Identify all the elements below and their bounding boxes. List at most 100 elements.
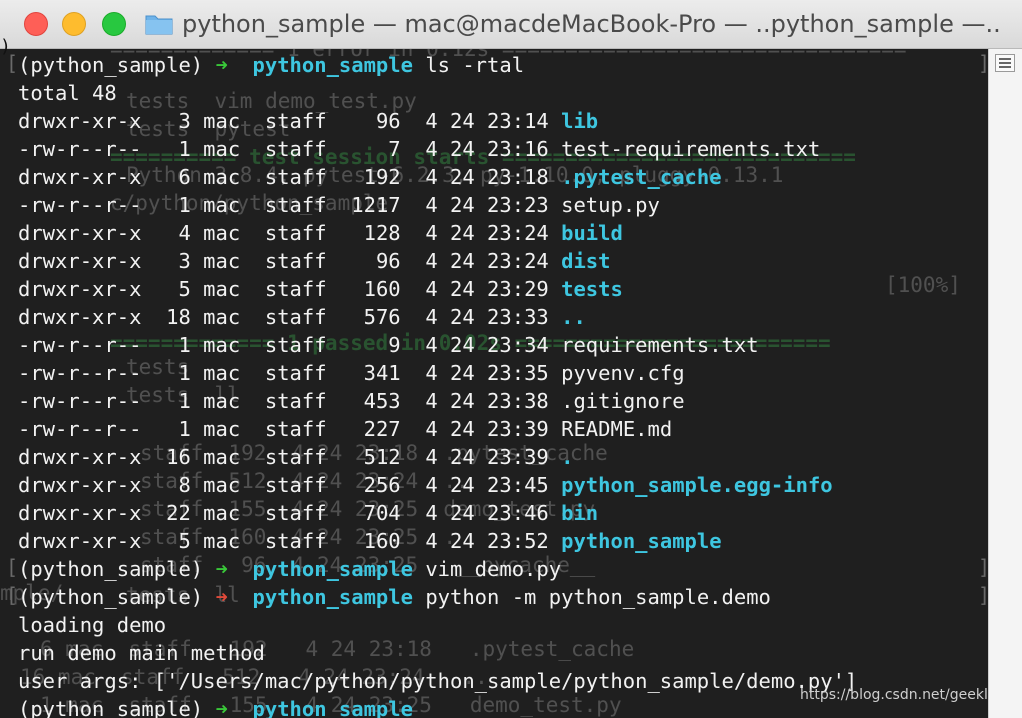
ls-name: requirements.txt: [561, 333, 759, 357]
ls-time: 23:35: [487, 361, 549, 385]
ls-group: staff: [264, 529, 327, 553]
ls-perm: -rw-r--r--: [18, 137, 142, 161]
ls-day: 24: [450, 277, 475, 301]
marks-menu-icon[interactable]: [995, 54, 1015, 72]
ls-name: setup.py: [561, 193, 660, 217]
ls-user: mac: [203, 109, 241, 133]
ls-time: 23:24: [487, 249, 549, 273]
ls-links: 1: [153, 333, 191, 357]
ls-user: mac: [203, 445, 241, 469]
ls-month: 4: [425, 333, 438, 357]
ls-user: mac: [203, 305, 241, 329]
ls-time: 23:29: [487, 277, 549, 301]
output-line: user args: ['/Users/mac/python/python_sa…: [18, 669, 858, 693]
prompt-ok-arrow-icon: ➜: [215, 557, 228, 581]
ls-links: 1: [153, 389, 191, 413]
ls-links: 1: [153, 137, 191, 161]
close-window-button[interactable]: [24, 12, 48, 36]
ls-perm: drwxr-xr-x: [18, 305, 142, 329]
prompt-error-arrow-icon: ➜: [215, 585, 228, 609]
ls-group: staff: [264, 277, 327, 301]
ghost-line: [100%]: [885, 273, 961, 297]
ls-time: 23:16: [487, 137, 549, 161]
ls-size: 227: [338, 417, 401, 441]
output-line: run demo main method: [18, 641, 265, 665]
ls-name: README.md: [561, 417, 673, 441]
ls-day: 24: [450, 501, 475, 525]
ls-links: 5: [153, 529, 191, 553]
ls-row: drwxr-xr-x 18 mac staff 576 4 24 23:33 .…: [18, 303, 857, 331]
ls-links: 1: [153, 417, 191, 441]
ls-group: staff: [264, 109, 327, 133]
ls-day: 24: [450, 305, 475, 329]
ls-group: staff: [264, 417, 327, 441]
ls-time: 23:18: [487, 165, 549, 189]
prompt-cwd: python_sample: [252, 557, 413, 581]
left-bracket-marker: [: [6, 555, 19, 579]
ls-name: bin: [561, 501, 599, 525]
ls-day: 24: [450, 529, 475, 553]
ls-day: 24: [450, 445, 475, 469]
ls-time: 23:23: [487, 193, 549, 217]
prompt-cwd: python_sample: [252, 585, 413, 609]
ls-row: drwxr-xr-x 5 mac staff 160 4 24 23:52 py…: [18, 527, 857, 555]
ls-group: staff: [264, 137, 327, 161]
ls-links: 18: [153, 305, 191, 329]
ls-row: -rw-r--r-- 1 mac staff 7 4 24 23:16 test…: [18, 135, 857, 163]
ls-group: staff: [264, 473, 327, 497]
ls-perm: drwxr-xr-x: [18, 221, 142, 245]
ls-group: staff: [264, 193, 327, 217]
folder-icon: [145, 15, 173, 35]
ls-month: 4: [425, 137, 438, 161]
ls-name: python_sample: [561, 529, 722, 553]
ls-day: 24: [450, 417, 475, 441]
ls-day: 24: [450, 221, 475, 245]
ls-perm: -rw-r--r--: [18, 193, 142, 217]
ls-links: 5: [153, 277, 191, 301]
ls-row: drwxr-xr-x 8 mac staff 256 4 24 23:45 py…: [18, 471, 857, 499]
title-bar[interactable]: python_sample — mac@macdeMacBook-Pro — .…: [0, 0, 1022, 49]
ls-group: staff: [264, 221, 327, 245]
ls-size: 96: [338, 249, 401, 273]
ls-user: mac: [203, 389, 241, 413]
prompt-env: (python_sample): [18, 53, 204, 77]
ls-name: .pytest_cache: [561, 165, 722, 189]
ls-row: -rw-r--r-- 1 mac staff 341 4 24 23:35 py…: [18, 359, 857, 387]
ls-size: 9: [338, 333, 401, 357]
ls-group: staff: [264, 445, 327, 469]
prompt-line: (python_sample) ➜ python_sample vim demo…: [18, 555, 857, 583]
ls-name: dist: [561, 249, 611, 273]
prompt-command: ls -rtal: [425, 53, 525, 77]
scrollbar[interactable]: [988, 49, 1022, 718]
ls-perm: -rw-r--r--: [18, 333, 142, 357]
ls-perm: -rw-r--r--: [18, 361, 142, 385]
ls-month: 4: [425, 361, 438, 385]
ls-row: drwxr-xr-x 4 mac staff 128 4 24 23:24 bu…: [18, 219, 857, 247]
ls-user: mac: [203, 473, 241, 497]
ls-row: drwxr-xr-x 22 mac staff 704 4 24 23:46 b…: [18, 499, 857, 527]
ls-row: drwxr-xr-x 3 mac staff 96 4 24 23:14 lib: [18, 107, 857, 135]
ls-group: staff: [264, 361, 327, 385]
ls-name: tests: [561, 277, 623, 301]
ls-user: mac: [203, 361, 241, 385]
ls-size: 256: [338, 473, 401, 497]
ls-user: mac: [203, 333, 241, 357]
minimize-window-button[interactable]: [62, 12, 86, 36]
ls-size: 576: [338, 305, 401, 329]
ls-day: 24: [450, 165, 475, 189]
ls-day: 24: [450, 361, 475, 385]
ls-time: 23:33: [487, 305, 549, 329]
ls-name: .: [561, 445, 574, 469]
terminal-content[interactable]: ============= 1 error in 0.12s =========…: [0, 49, 988, 718]
ls-day: 24: [450, 473, 475, 497]
terminal-lines: (python_sample) ➜ python_sample ls -rtal…: [18, 51, 857, 718]
ls-time: 23:34: [487, 333, 549, 357]
ls-day: 24: [450, 333, 475, 357]
ls-month: 4: [425, 473, 438, 497]
ls-size: 160: [338, 277, 401, 301]
zoom-window-button[interactable]: [102, 12, 126, 36]
ls-user: mac: [203, 277, 241, 301]
ls-time: 23:38: [487, 389, 549, 413]
prompt-cwd: python_sample: [252, 53, 413, 77]
ls-row: -rw-r--r-- 1 mac staff 227 4 24 23:39 RE…: [18, 415, 857, 443]
